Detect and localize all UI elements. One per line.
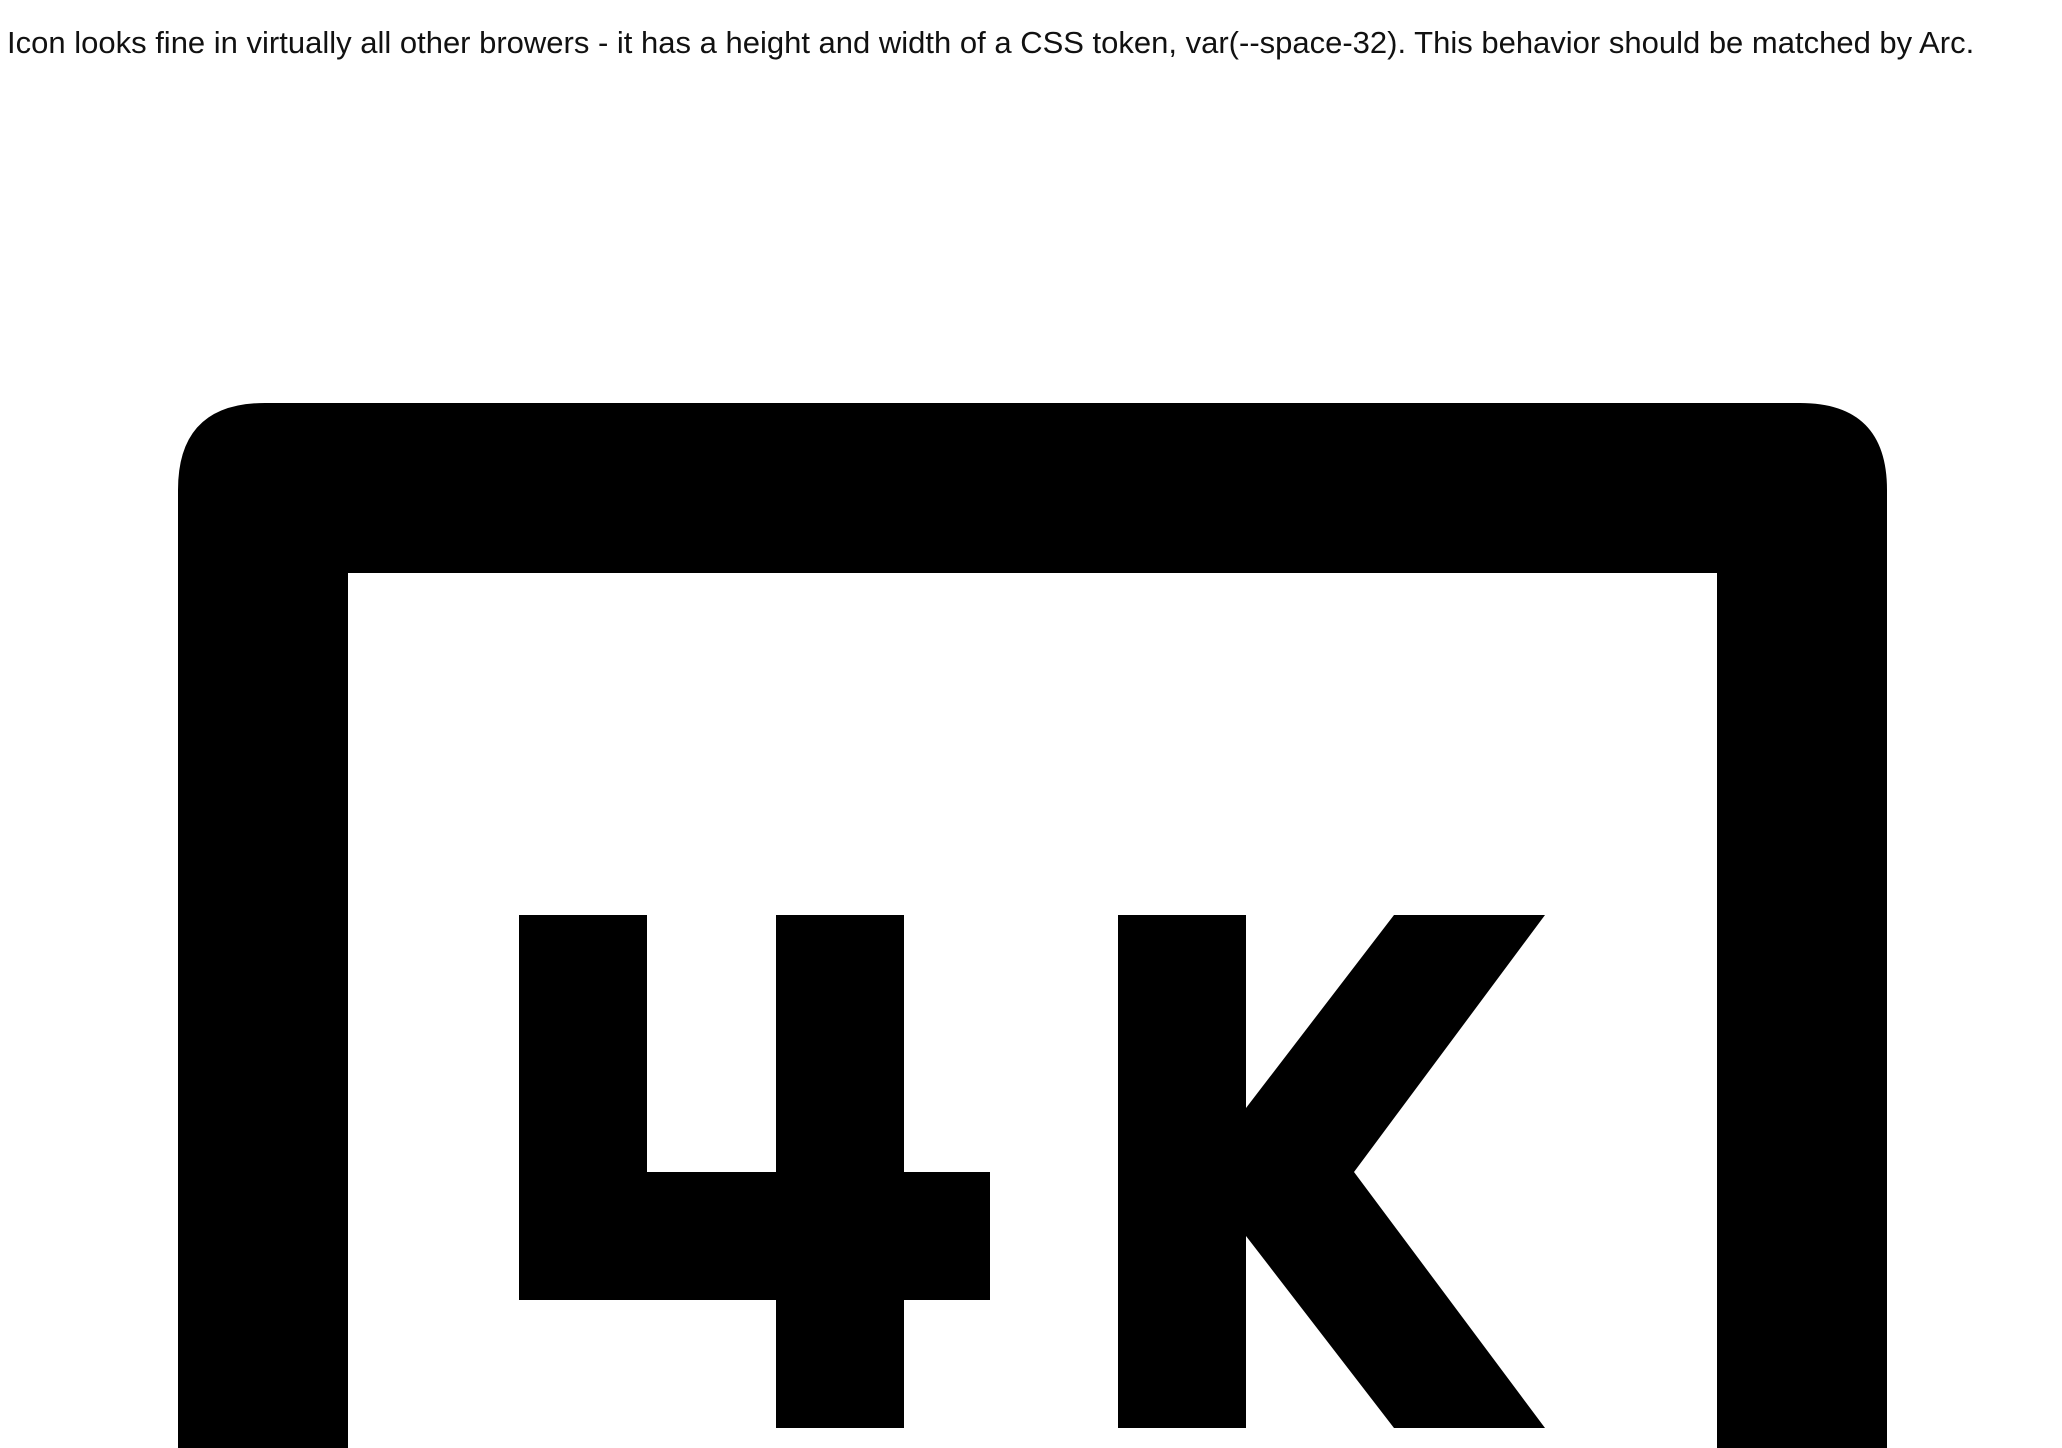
4k-icon-glyph-4 — [519, 915, 990, 1428]
page: Icon looks fine in virtually all other b… — [0, 0, 2062, 1448]
4k-icon — [0, 0, 2062, 1448]
4k-icon-graphic — [178, 403, 1887, 1448]
4k-icon-glyph-k — [1118, 915, 1545, 1428]
4k-icon-frame — [178, 403, 1887, 1448]
